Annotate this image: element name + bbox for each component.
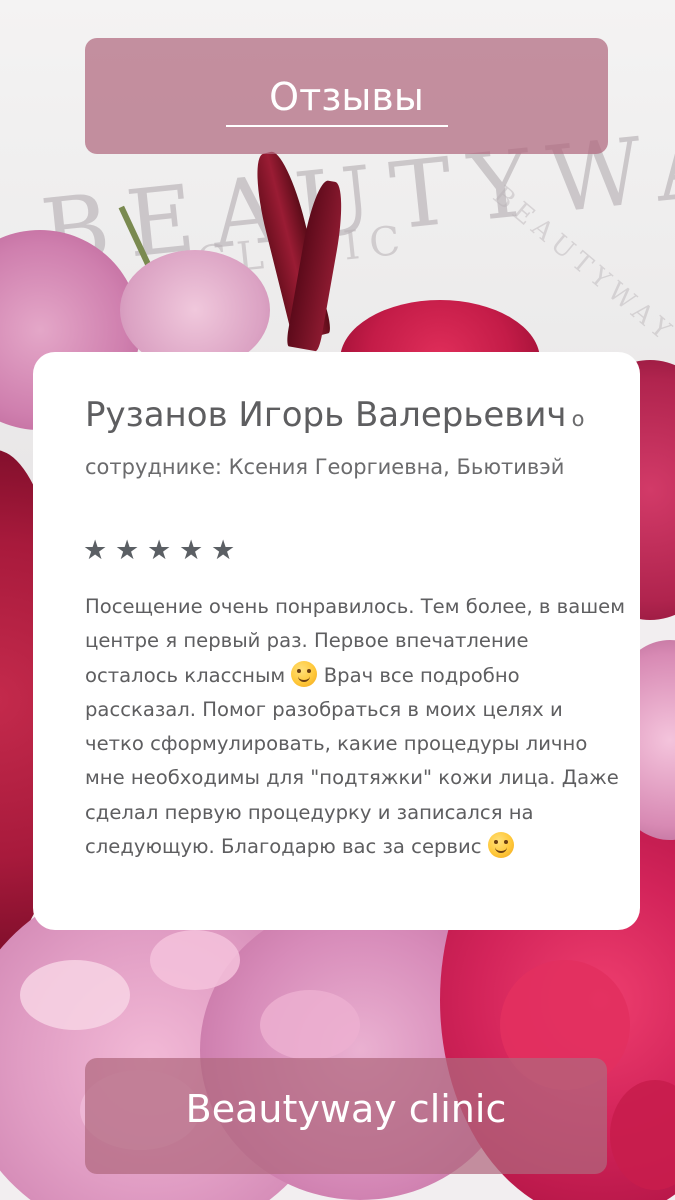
smiling-face-icon: [487, 832, 514, 859]
petal: [260, 990, 360, 1060]
page-title: Отзывы: [269, 75, 424, 119]
reviewer-heading: Рузанов Игорь Валерьевич о сотруднике: К…: [85, 392, 625, 492]
clinic-footer-banner: Beautyway clinic: [85, 1058, 607, 1174]
rating-stars: ★ ★ ★ ★ ★: [83, 535, 236, 566]
smiling-face-icon: [291, 660, 318, 687]
star-icon: ★: [83, 535, 108, 566]
title-underline: [226, 125, 448, 127]
review-card: Рузанов Игорь Валерьевич о сотруднике: К…: [33, 352, 640, 930]
review-text-part: Врач все подробно рассказал. Помог разоб…: [85, 663, 619, 859]
star-icon: ★: [179, 535, 204, 566]
reviews-header-banner: Отзывы: [85, 38, 608, 154]
clinic-name: Beautyway clinic: [185, 1087, 507, 1131]
star-icon: ★: [115, 535, 140, 566]
star-icon: ★: [211, 535, 236, 566]
reviewer-name: Рузанов Игорь Валерьевич: [85, 395, 567, 435]
star-icon: ★: [147, 535, 172, 566]
review-text: Посещение очень понравилось. Тем более, …: [85, 590, 625, 864]
petal: [150, 930, 240, 990]
petal: [20, 960, 130, 1030]
